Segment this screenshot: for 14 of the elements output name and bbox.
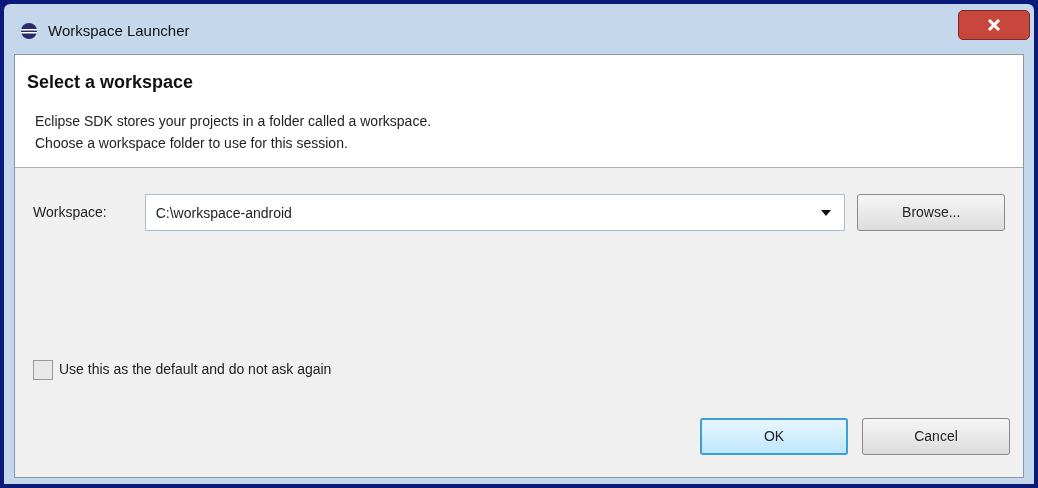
- checkbox[interactable]: [33, 359, 53, 380]
- eclipse-icon: [20, 22, 38, 40]
- dialog-button[interactable]: OK: [700, 418, 848, 455]
- workspace-combo-box[interactable]: C:\workspace-android: [144, 194, 846, 231]
- page-title: Select a workspace: [27, 71, 195, 94]
- page-description: Eclipse SDK stores your projects in a folder called a workspace. Choose a workspace folder to use for this session.: [35, 112, 433, 153]
- close-icon: [987, 19, 1001, 31]
- dialog-button[interactable]: Cancel: [862, 418, 1010, 455]
- checkbox-label: Use this as the default and do not ask again: [59, 360, 332, 379]
- dropdown-arrow-icon[interactable]: [821, 210, 832, 216]
- browse-button[interactable]: Browse...: [857, 194, 1005, 231]
- close-button[interactable]: [958, 10, 1030, 40]
- workspace-label: Workspace:: [33, 203, 108, 222]
- window-title: Workspace Launcher: [48, 20, 190, 41]
